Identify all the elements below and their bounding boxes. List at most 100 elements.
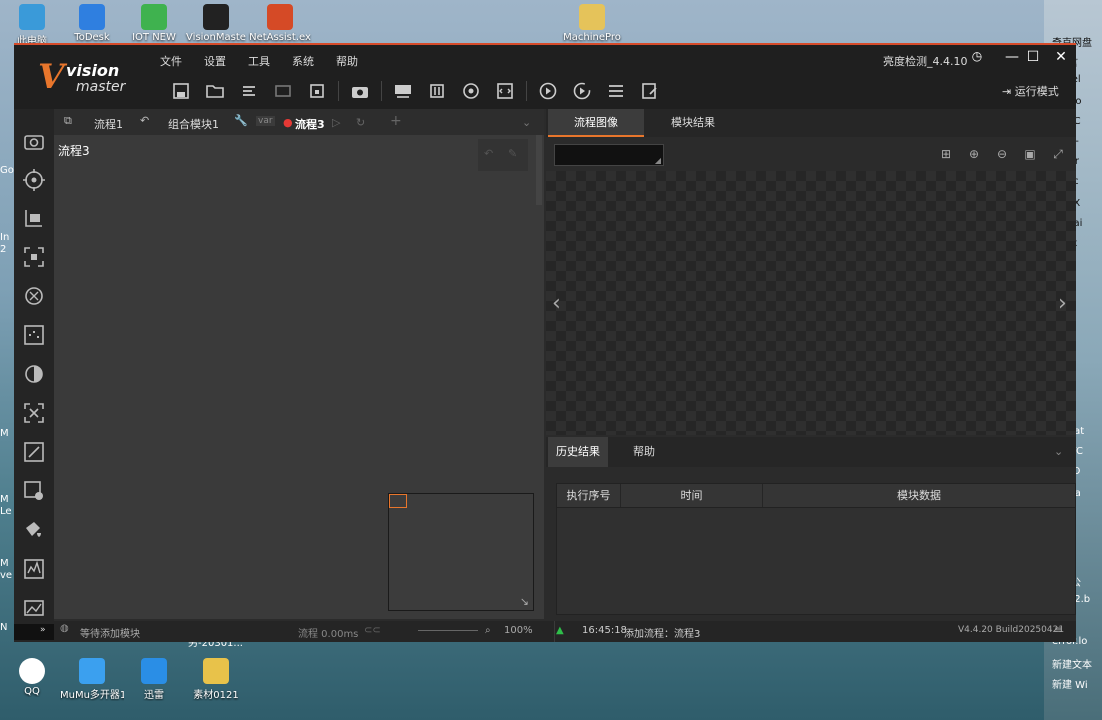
chevron-down-icon[interactable]: ⌄ <box>1054 445 1063 458</box>
search-icon[interactable]: ⌕ <box>485 625 491 636</box>
loop-play-icon <box>573 82 591 100</box>
tool-camera-icon[interactable] <box>22 129 46 153</box>
desktop-icon-todesk[interactable]: ToDesk <box>60 4 124 43</box>
computer-icon <box>19 4 45 30</box>
clock-icon[interactable]: ◷ <box>966 49 988 69</box>
crosshair-icon[interactable]: ⊞ <box>932 147 960 162</box>
collapse-strip[interactable]: » <box>14 624 54 640</box>
desktop-icon-sucai[interactable]: 素材0121 <box>184 658 248 701</box>
menu-help[interactable]: 帮助 <box>336 53 358 69</box>
logo-text-bottom: master <box>76 79 126 95</box>
fit-icon[interactable]: ⤢ <box>1044 147 1072 162</box>
tab-history-result[interactable]: 历史结果 <box>548 437 608 467</box>
image-source-select[interactable]: ◢ <box>554 144 664 166</box>
toolbar <box>164 79 667 103</box>
run-once-button[interactable] <box>531 79 565 103</box>
run-flow-icon[interactable]: ▷ <box>332 116 340 129</box>
flow-tab-bar: ⧉ 流程1 ↶ 组合模块1 🔧 var ● 流程3 ▷ ↻ + ⌄ <box>54 109 544 135</box>
export-button[interactable] <box>266 79 300 103</box>
import-button[interactable] <box>232 79 266 103</box>
tool-calibration-icon[interactable] <box>22 323 46 347</box>
zoom-slider[interactable] <box>418 630 478 631</box>
next-image-icon[interactable]: › <box>1058 291 1067 316</box>
tool-image-icon[interactable] <box>22 596 46 620</box>
menu-system[interactable]: 系统 <box>292 53 314 69</box>
desktop-icon-iot[interactable]: IOT NEW <box>122 4 186 43</box>
desktop-icon-this-pc[interactable]: 此电脑 <box>0 4 64 47</box>
desktop-icon-mumu[interactable]: MuMu多开器12 <box>60 658 124 701</box>
menu-tools[interactable]: 工具 <box>248 53 270 69</box>
open-button[interactable] <box>198 79 232 103</box>
flow-minimap[interactable]: ↘ <box>388 493 534 611</box>
zoom-in-icon[interactable]: ⊕ <box>960 147 988 162</box>
tool-color-icon[interactable] <box>22 440 46 464</box>
chevron-down-icon[interactable]: ⌄ <box>522 116 531 129</box>
back-icon[interactable]: ↶ <box>140 114 149 127</box>
col-exec-index[interactable]: 执行序号 <box>557 484 621 507</box>
desktop-right-item[interactable]: 新建 Wi <box>1044 676 1102 691</box>
desktop-left-label: N <box>0 622 8 633</box>
desktop-icon-netassist[interactable]: NetAssist.ex <box>248 4 312 43</box>
edit-button[interactable] <box>633 79 667 103</box>
menu-lines-icon[interactable]: ≡ <box>1054 625 1062 636</box>
tool-image-process-icon[interactable] <box>22 401 46 425</box>
play-icon <box>539 82 557 100</box>
image-canvas[interactable] <box>546 171 1076 435</box>
minimap-viewport[interactable] <box>389 494 407 508</box>
tab-module-result[interactable]: 模块结果 <box>644 109 742 137</box>
lock-icon <box>310 84 324 98</box>
desktop-left-label: M <box>0 428 9 439</box>
run-mode-button[interactable]: ⇥ 运行模式 <box>1002 83 1059 99</box>
save-button[interactable] <box>164 79 198 103</box>
run-loop-button[interactable] <box>565 79 599 103</box>
undo-icon[interactable]: ↶ <box>484 147 493 160</box>
communication-icon <box>463 83 479 99</box>
tool-locate-icon[interactable] <box>22 168 46 192</box>
resize-icon[interactable]: ↘ <box>520 595 529 608</box>
var-tag[interactable]: var <box>256 116 275 126</box>
camera-button[interactable] <box>343 79 377 103</box>
pen-icon[interactable]: ✎ <box>508 147 517 160</box>
tool-deep-learning-icon[interactable] <box>22 284 46 308</box>
folder-icon <box>579 4 605 30</box>
menu-settings[interactable]: 设置 <box>204 53 226 69</box>
tab-flow1[interactable]: 流程1 <box>94 116 123 132</box>
variable-button[interactable] <box>386 79 420 103</box>
minimize-button[interactable]: — <box>1001 49 1023 69</box>
close-button[interactable]: ✕ <box>1050 49 1072 69</box>
lock-button[interactable] <box>300 79 334 103</box>
tool-measure-icon[interactable] <box>22 206 46 230</box>
col-time[interactable]: 时间 <box>621 484 763 507</box>
canvas-scrollbar[interactable] <box>536 135 542 205</box>
tool-logic-icon[interactable] <box>22 518 46 542</box>
tool-defect-icon[interactable] <box>22 479 46 503</box>
toolbar-divider <box>381 81 382 101</box>
script-button[interactable] <box>488 79 522 103</box>
menu-file[interactable]: 文件 <box>160 53 182 69</box>
desktop-icon-xunlei[interactable]: 迅雷 <box>122 658 186 701</box>
col-module-data[interactable]: 模块数据 <box>763 484 1075 507</box>
zoom-out-icon[interactable]: ⊖ <box>988 147 1016 162</box>
maximize-button[interactable]: ☐ <box>1022 49 1044 69</box>
communication-button[interactable] <box>454 79 488 103</box>
actual-size-icon[interactable]: ▣ <box>1016 147 1044 162</box>
desktop-icon-machinepro[interactable]: MachinePro <box>560 4 624 43</box>
hierarchy-icon[interactable]: ⧉ <box>64 114 72 128</box>
tool-contrast-icon[interactable] <box>22 362 46 386</box>
add-tab-icon[interactable]: + <box>390 113 402 129</box>
tab-flow-image[interactable]: 流程图像 <box>548 109 644 137</box>
desktop-icon-visionmaster[interactable]: VisionMaste <box>184 4 248 43</box>
tab-flow3[interactable]: 流程3 <box>295 116 325 132</box>
tab-group-module[interactable]: 组合模块1 <box>168 116 219 132</box>
list-button[interactable] <box>599 79 633 103</box>
desktop-right-item[interactable]: 新建文本 <box>1044 656 1102 671</box>
io-button[interactable] <box>420 79 454 103</box>
tool-communication-icon[interactable] <box>22 557 46 581</box>
status-bar: ◍ 等待添加模块 流程 0.00ms ⊂⊂ ⌕ 100% ▲ 16:45:18 … <box>54 621 1076 642</box>
wrench-icon[interactable]: 🔧 <box>234 114 248 127</box>
loop-flow-icon[interactable]: ↻ <box>356 116 365 129</box>
desktop-icon-qq[interactable]: QQ <box>0 658 64 697</box>
tool-recognize-icon[interactable] <box>22 245 46 269</box>
tab-help[interactable]: 帮助 <box>618 437 670 467</box>
prev-image-icon[interactable]: ‹ <box>552 291 561 316</box>
